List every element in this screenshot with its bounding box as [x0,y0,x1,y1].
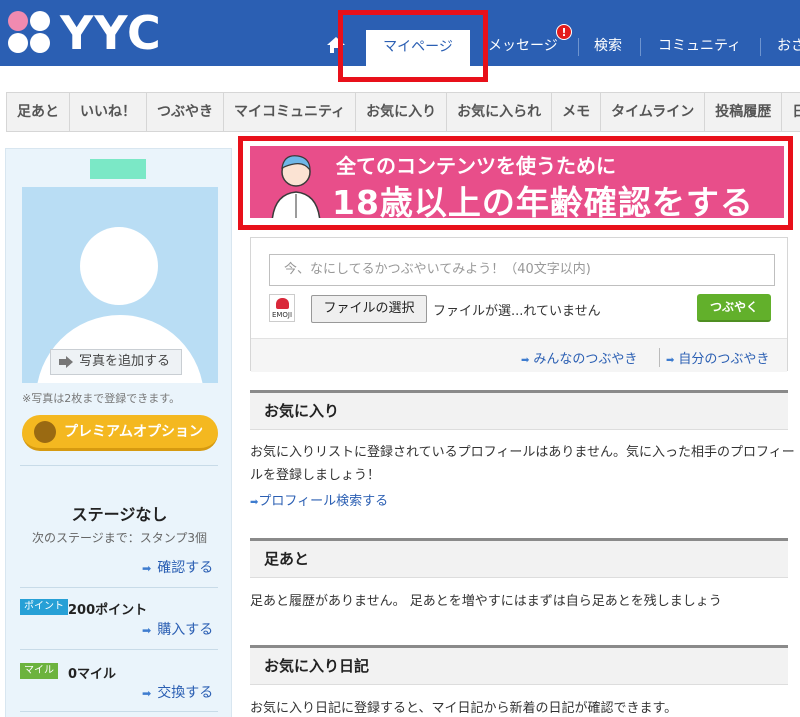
photo-note: ※写真は2枚まで登録できます。 [22,392,181,405]
nav-tab-message[interactable]: メッセージ [488,30,558,66]
favorites-heading: お気に入り [250,390,788,430]
favorite-diary-text: お気に入り日記に登録すると、マイ日記から新着の日記が確認できます。 [250,701,678,716]
arrow-right-icon: ➡ [521,355,530,366]
nav-tab-more[interactable]: おさ [777,30,800,66]
tweet-submit-button[interactable]: つぶやく [697,294,771,322]
nav-divider [578,38,579,56]
nav-tab-community[interactable]: コミュニティ [658,30,741,66]
highlight-box-mypage [338,10,488,82]
nav-divider [640,38,641,56]
nav-tab-search[interactable]: 検索 [594,30,622,66]
favorites-empty-text: お気に入りリストに登録されているプロフィールはありません。気に入った相手のプロフ… [250,445,795,483]
profile-sidebar: 写真を追加する ※写真は2枚まで登録できます。 プレミアムオプション ステージな… [5,148,232,717]
yyc-logo[interactable]: YYC [8,6,162,60]
arrow-right-icon: ➡ [142,687,152,700]
point-value: 200ポイント [68,603,148,618]
subnav-my-community[interactable]: マイコミュニティ [223,92,356,132]
file-select-button[interactable]: ファイルの選択 [311,295,427,323]
stage-progress-text: 次のステージまで：スタンプ3個 [31,531,208,545]
subnav-favorited-by[interactable]: お気に入られ [446,92,552,132]
profile-search-link[interactable]: ➡プロフィール検索する [250,490,388,509]
footprints-empty-text: 足あと履歴がありません。 足あとを増やすにはまずは自ら足あとを残しましょう [250,594,722,609]
username-redacted [90,159,146,179]
exchange-miles-link[interactable]: ➡ 交換する [142,682,213,702]
emoji-button[interactable]: EMOJI [269,294,295,322]
my-tweets-link[interactable]: ➡ 自分のつぶやき [659,348,769,367]
arrow-right-icon [59,356,73,368]
subnav-memo[interactable]: メモ [551,92,601,132]
buy-points-link[interactable]: ➡ 購入する [142,619,213,639]
premium-option-button[interactable]: プレミアムオプション [22,415,218,451]
message-notification-badge: ! [556,24,572,40]
subnav-tweets[interactable]: つぶやき [146,92,223,132]
favorite-diary-heading: お気に入り日記 [250,645,788,685]
clover-icon [8,11,52,55]
composer-footer: ➡ みんなのつぶやき ➡ 自分のつぶやき [251,338,787,372]
arrow-right-icon: ➡ [142,562,152,575]
subnav-diary[interactable]: 日 [781,92,800,132]
mile-tag: マイル [20,663,58,679]
add-photo-label: 写真を追加する [79,354,171,369]
sidebar-divider [20,587,218,588]
premium-label: プレミアムオプション [64,424,204,440]
confirm-stage-link[interactable]: ➡ 確認する [142,557,213,577]
sub-navigation: 足あと いいね！ つぶやき マイコミュニティ お気に入り お気に入られ メモ タ… [0,92,800,132]
arrow-right-icon: ➡ [142,624,152,637]
sidebar-divider [20,465,218,466]
subnav-footprints[interactable]: 足あと [6,92,69,132]
arrow-right-icon: ➡ [666,355,675,366]
crown-icon [34,421,56,443]
sidebar-divider [20,711,218,712]
nav-divider [760,38,761,56]
stage-title: ステージなし [71,505,168,524]
add-photo-button[interactable]: 写真を追加する [50,349,182,375]
file-status: ファイルが選...れていません [433,304,601,319]
sidebar-divider [20,649,218,650]
heart-icon [276,298,289,309]
brand-name: YYC [60,6,162,60]
tweet-input[interactable]: 今、なにしてるかつぶやいてみよう！（40文字以内) [269,254,775,286]
point-tag: ポイント [20,599,68,615]
avatar-head [80,227,158,305]
highlight-box-banner [238,136,793,230]
mile-value: 0マイル [68,667,117,682]
tweet-composer: 今、なにしてるかつぶやいてみよう！（40文字以内) EMOJI ファイルの選択 … [250,237,788,372]
subnav-likes[interactable]: いいね！ [69,92,146,132]
subnav-favorites[interactable]: お気に入り [355,92,447,132]
footprints-heading: 足あと [250,538,788,578]
subnav-timeline[interactable]: タイムライン [600,92,705,132]
everyone-tweets-link[interactable]: ➡ みんなのつぶやき [521,348,637,367]
subnav-post-history[interactable]: 投稿履歴 [704,92,782,132]
